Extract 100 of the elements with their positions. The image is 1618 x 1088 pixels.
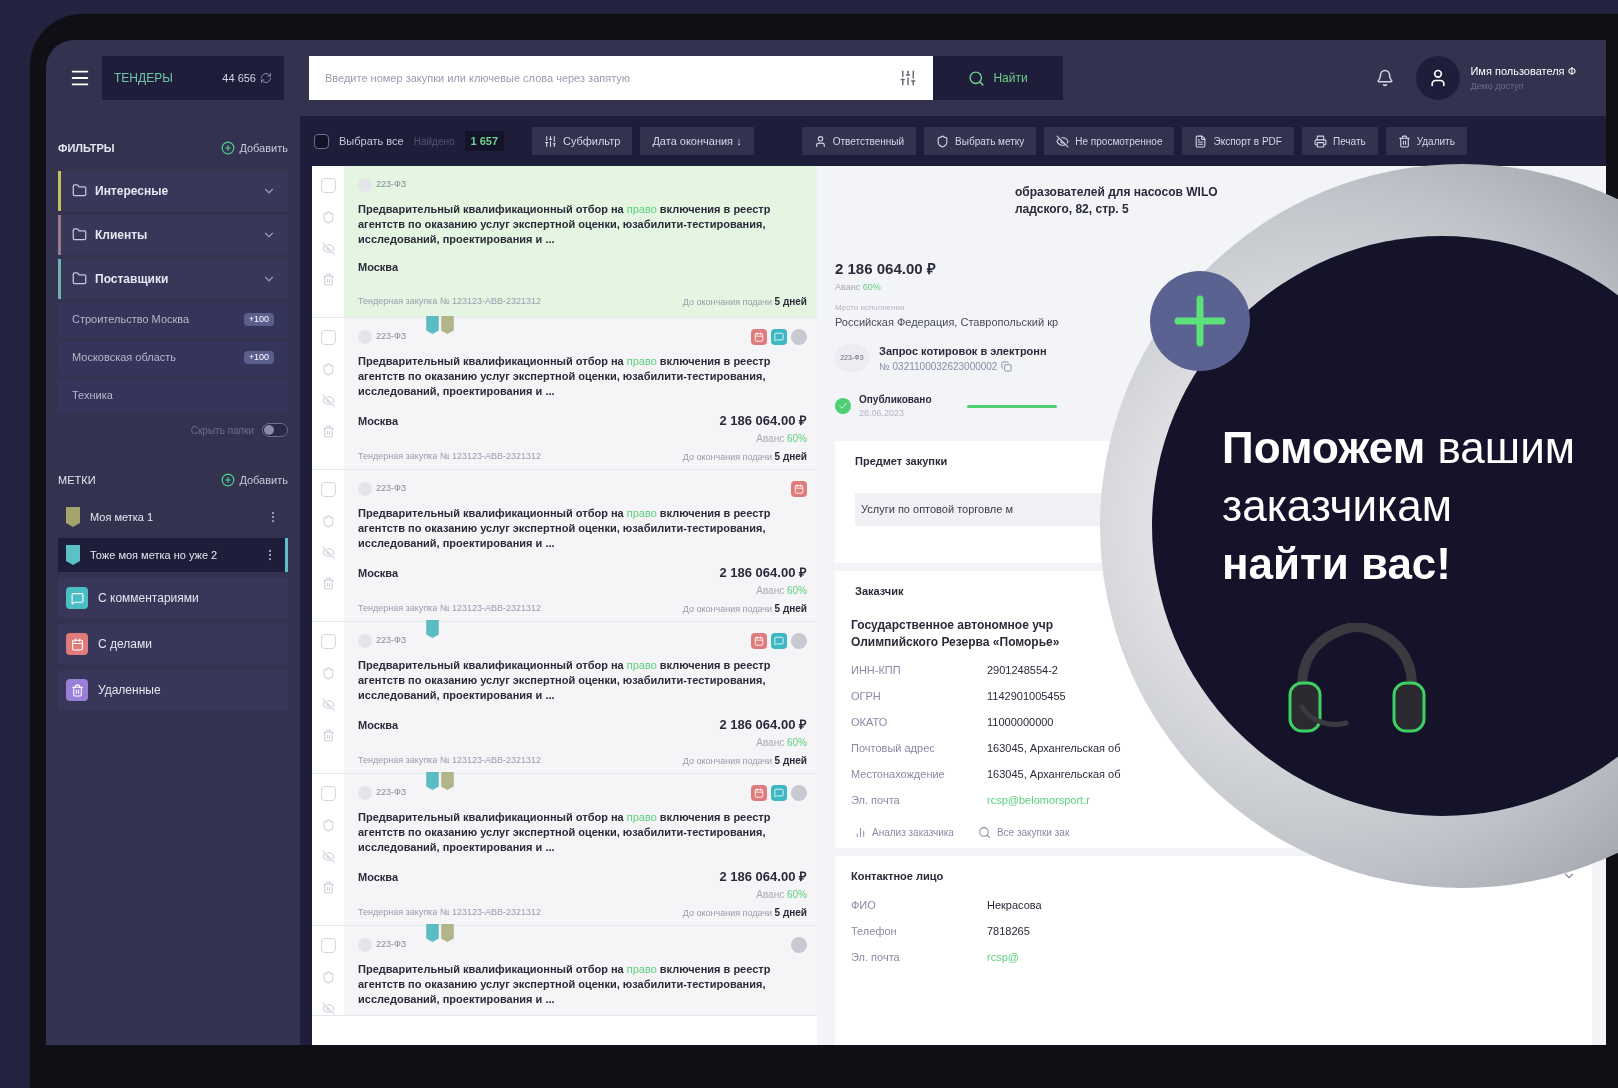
trash-icon bbox=[321, 729, 335, 742]
place-value: Российская Федерация, Ставропольский кр bbox=[835, 315, 1059, 330]
tender-count: 44 656 bbox=[222, 70, 256, 86]
toolbar-button[interactable]: Экспорт в PDF bbox=[1182, 127, 1294, 155]
row-checkbox[interactable] bbox=[320, 634, 336, 649]
field-value: 11000000000 bbox=[987, 714, 1054, 730]
deadline-label: До окончания подачи 5 дней bbox=[682, 294, 807, 309]
section-title: МЕТКИ bbox=[58, 472, 96, 488]
copy-icon bbox=[1001, 361, 1013, 372]
folder-icon bbox=[72, 183, 87, 198]
card-title: Контактное лицо bbox=[851, 869, 944, 884]
tender-title[interactable]: Предварительный квалификационный отбор на право включения в реестр агентств по оказанию услуг экспертной оценки, юзабилити-тестирования, исследований, проектирования и ... bbox=[358, 810, 807, 855]
hide-folders-switch[interactable] bbox=[262, 423, 288, 437]
pdf-icon bbox=[1194, 134, 1208, 148]
toolbar-button[interactable]: Выбрать метку bbox=[924, 127, 1037, 155]
tender-title[interactable]: Предварительный квалификационный отбор на право включения в реестр агентств по оказанию услуг экспертной оценки, юзабилити-тестирования, исследований, проектирования и ... bbox=[358, 658, 807, 703]
tender-title[interactable]: Предварительный квалификационный отбор на право включения в реестр агентств по оказанию услуг экспертной оценки, юзабилити-тестирования, исследований, проектирования и ... bbox=[358, 354, 807, 399]
toolbar-button[interactable]: Печать bbox=[1301, 127, 1378, 155]
saved-filter-item[interactable]: Московская область +100 bbox=[58, 340, 288, 375]
folder-item[interactable]: Интересные bbox=[58, 170, 288, 211]
tag-item[interactable]: Тоже моя метка но уже 2 bbox=[58, 538, 288, 572]
tender-card[interactable] bbox=[312, 622, 817, 774]
price-label: 2 186 064.00 ₽ bbox=[719, 564, 807, 582]
city-label: Москва bbox=[358, 869, 399, 885]
customer-name: Государственное автономное учр bbox=[851, 617, 1054, 634]
customer-link[interactable]: Все закупки зак bbox=[977, 825, 1070, 840]
eye-off-icon bbox=[321, 1002, 335, 1015]
search-button[interactable]: Найти bbox=[933, 56, 1063, 100]
tender-title[interactable]: Предварительный квалификационный отбор на право включения в реестр агентств по оказанию услуг экспертной оценки, юзабилити-тестирования, исследований, проектирования и ... bbox=[358, 202, 807, 247]
row-checkbox[interactable] bbox=[320, 482, 336, 497]
detail-title: образователей для насосов WILO bbox=[1015, 184, 1218, 201]
shield-icon bbox=[321, 971, 335, 984]
saved-filter-item[interactable]: Строительство Москва +100 bbox=[58, 302, 288, 337]
city-label: Москва bbox=[358, 717, 399, 733]
person-icon bbox=[813, 134, 827, 148]
advance-label: Аванс 60% bbox=[835, 280, 881, 294]
shield-icon bbox=[321, 667, 335, 680]
law-label: 223-ФЗ bbox=[376, 634, 408, 648]
folder-item[interactable]: Поставщики bbox=[58, 258, 288, 299]
tender-number: Тендерная закупка № 123123-АВВ-2321312 bbox=[358, 601, 541, 615]
field-label: Почтовый адрес bbox=[851, 740, 936, 756]
check-icon bbox=[835, 398, 851, 415]
status-label: Опубликовано bbox=[859, 393, 933, 407]
trash-icon bbox=[321, 425, 335, 438]
eye-off-icon bbox=[321, 394, 335, 407]
add-filter-button[interactable]: Добавить bbox=[221, 140, 288, 157]
row-checkbox[interactable] bbox=[320, 786, 336, 801]
deadline-label: До окончания подачи 5 дней bbox=[682, 601, 807, 616]
field-value: 163045, Архангельская об bbox=[987, 740, 1121, 756]
toolbar-button[interactable]: Удалить bbox=[1385, 127, 1467, 155]
add-icon bbox=[221, 472, 236, 487]
tender-title[interactable]: Предварительный квалификационный отбор на право включения в реестр агентств по оказанию услуг экспертной оценки, юзабилити-тестирования, исследований, проектирования и ... bbox=[358, 506, 807, 551]
price-label: 2 186 064.00 ₽ bbox=[719, 868, 807, 886]
row-checkbox[interactable] bbox=[320, 178, 336, 193]
special-filter-item[interactable]: С делами bbox=[58, 624, 288, 664]
tender-card[interactable] bbox=[312, 470, 817, 622]
tender-card[interactable]: 223-ФЗ Предварительный квалификационный отбор на право включения в реестр агентств по оказанию услуг экспертной оценки, юзабилити-тестирования, исследований, проектирования и ... bbox=[312, 926, 817, 1016]
saved-filter-item[interactable]: Техника bbox=[58, 378, 288, 413]
tender-number: Тендерная закупка № 123123-АВВ-2321312 bbox=[358, 905, 541, 919]
add-tag-button[interactable]: Добавить bbox=[221, 471, 288, 488]
tender-card[interactable] bbox=[312, 774, 817, 926]
notification-icon[interactable] bbox=[1376, 69, 1395, 87]
field-label: ФИО bbox=[851, 898, 877, 914]
tender-card[interactable] bbox=[312, 166, 817, 318]
folder-icon bbox=[72, 227, 87, 242]
field-value: 163045, Архангельская об bbox=[987, 766, 1121, 782]
shield-icon bbox=[321, 211, 335, 224]
advance-label: Аванс 60% bbox=[756, 583, 807, 597]
toolbar-button[interactable]: Не просмотренное bbox=[1044, 127, 1175, 155]
tender-card[interactable] bbox=[312, 318, 817, 470]
field-label: Эл. почта bbox=[851, 792, 901, 808]
advance-label: Аванс 60% bbox=[756, 887, 807, 901]
avatar-icon[interactable] bbox=[1416, 56, 1461, 100]
field-label: Местонахождение bbox=[851, 766, 946, 782]
toolbar-button[interactable]: Ответственный bbox=[801, 127, 917, 155]
search-bar[interactable]: Введите номер закупки или ключевые слова через запятую bbox=[309, 56, 933, 100]
special-filter-item[interactable]: Удаленные bbox=[58, 670, 288, 710]
folder-item[interactable]: Клиенты bbox=[58, 214, 288, 255]
search-field[interactable]: Введите номер закупки или ключевые слова через запятую bbox=[325, 69, 899, 87]
customer-link[interactable]: Анализ заказчика bbox=[855, 825, 954, 840]
row-checkbox[interactable] bbox=[320, 938, 336, 953]
advance-label: Аванс 60% bbox=[756, 735, 807, 749]
tender-number: Тендерная закупка № 123123-АВВ-2321312 bbox=[358, 449, 541, 463]
special-filter-item[interactable]: С комментариями bbox=[58, 578, 288, 618]
detail-title: ладского, 82, стр. 5 bbox=[1015, 201, 1129, 218]
filter-icon[interactable] bbox=[899, 69, 917, 87]
procurement-number: № 0321100032623000002 bbox=[879, 360, 998, 374]
subfilter-button[interactable]: Субфильтр bbox=[532, 127, 633, 155]
row-checkbox[interactable] bbox=[320, 330, 336, 345]
detail-price: 2 186 064.00 ₽ bbox=[835, 259, 936, 279]
law-label: 223-ФЗ bbox=[376, 938, 408, 952]
deadline-label: До окончания подачи 5 дней bbox=[682, 753, 807, 768]
sort-button[interactable]: Дата окончания ↓ bbox=[640, 127, 754, 155]
select-all-checkbox[interactable] bbox=[314, 133, 329, 149]
eye-off-icon bbox=[321, 546, 335, 559]
trash-icon bbox=[321, 577, 335, 590]
eye-off-icon bbox=[321, 242, 335, 255]
tender-title[interactable]: Предварительный квалификационный отбор на право включения в реестр агентств по оказанию услуг экспертной оценки, юзабилити-тестирования, исследований, проектирования и ... bbox=[358, 962, 807, 1007]
shield-icon bbox=[321, 363, 335, 376]
select-all-label: Выбрать все bbox=[339, 133, 404, 149]
